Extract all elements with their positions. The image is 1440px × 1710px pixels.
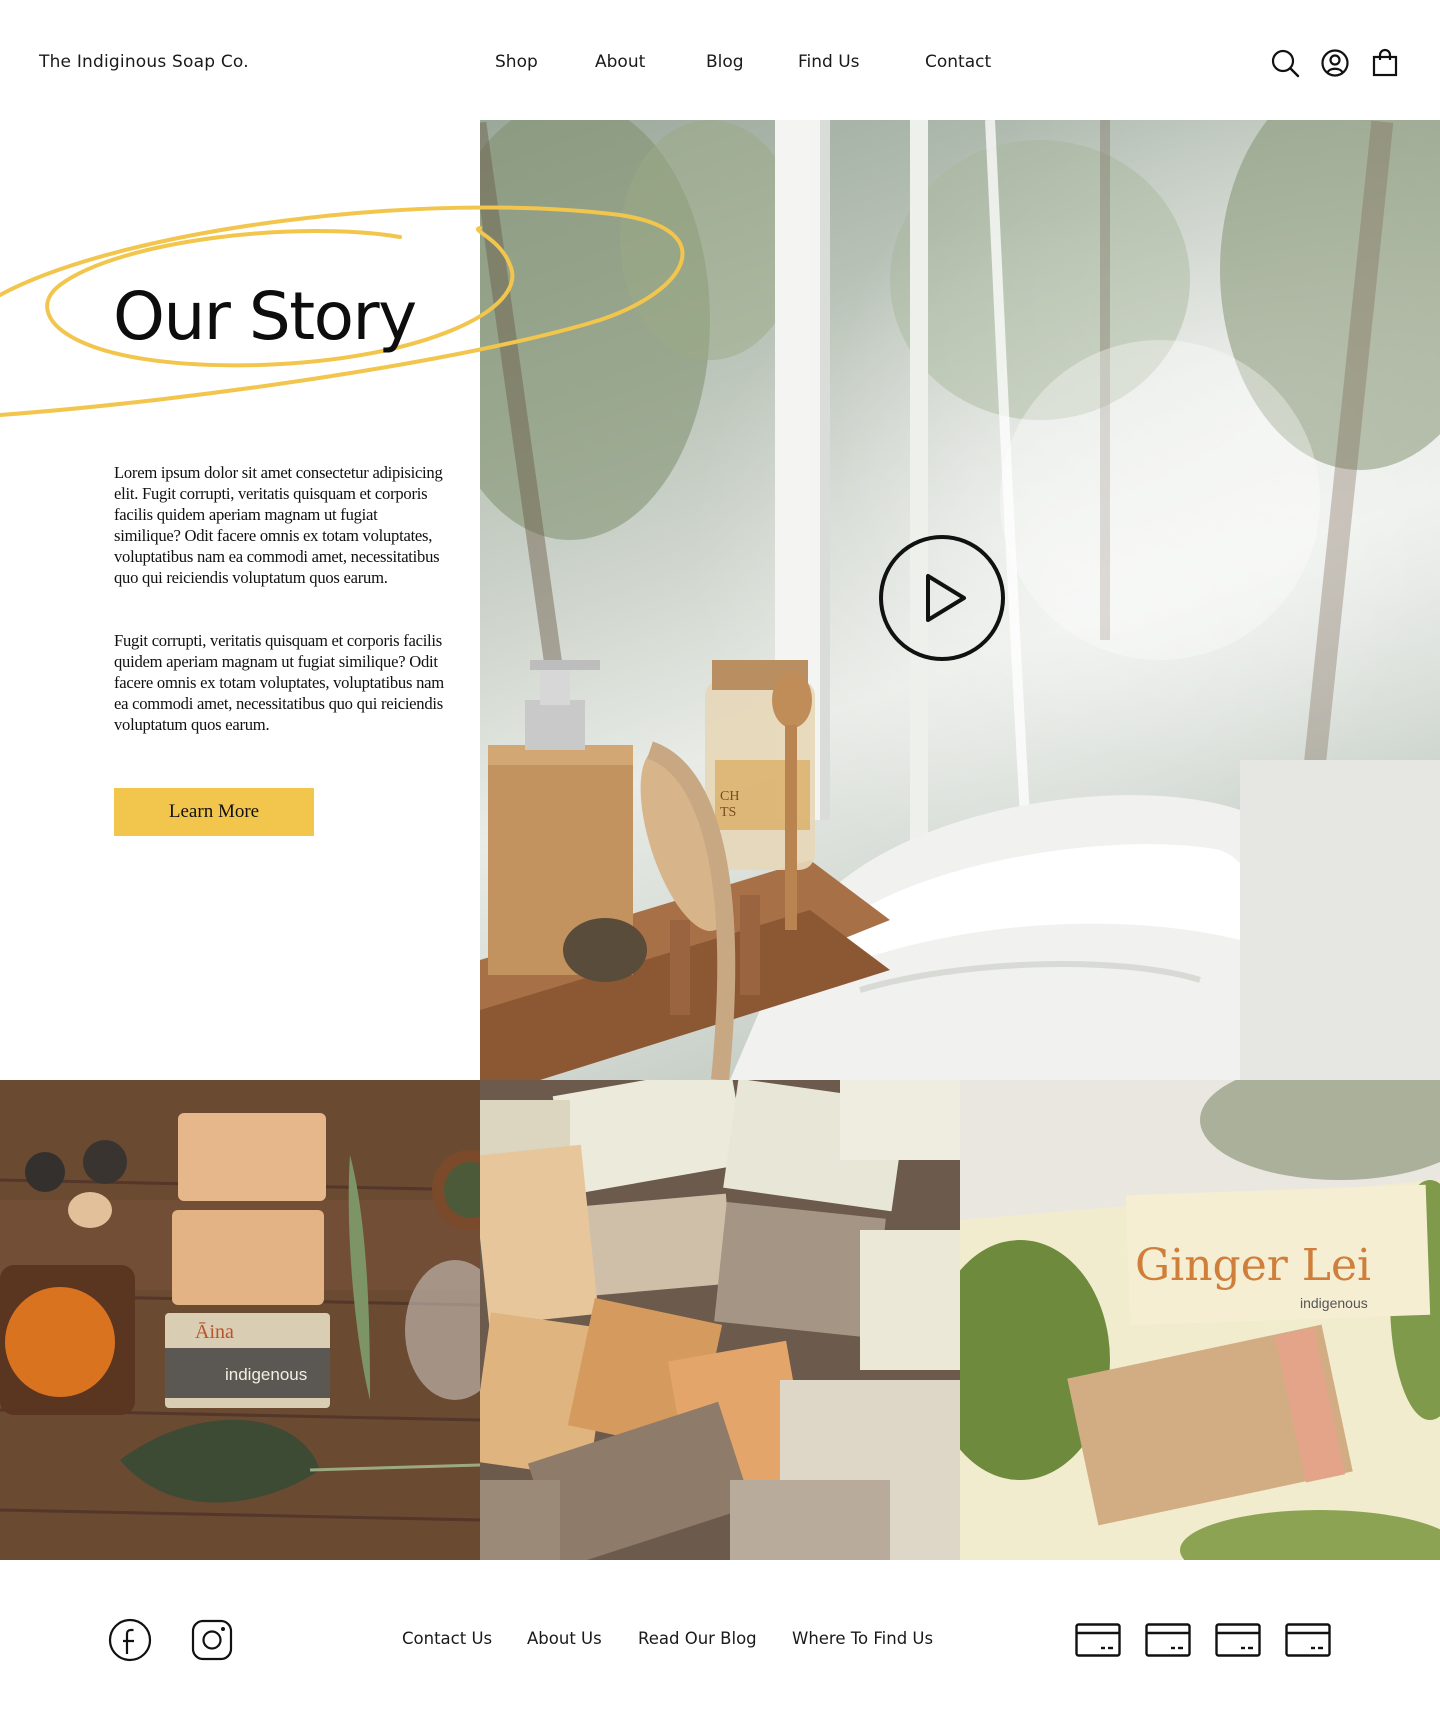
cart-icon[interactable] bbox=[1370, 48, 1400, 78]
jar-label: CH bbox=[720, 789, 739, 804]
aina-label: Āina bbox=[195, 1321, 234, 1343]
svg-text:TS: TS bbox=[720, 805, 736, 820]
search-icon[interactable] bbox=[1270, 48, 1300, 78]
nav-find-us[interactable]: Find Us bbox=[798, 52, 860, 72]
card-icon bbox=[1075, 1623, 1121, 1657]
play-icon bbox=[879, 535, 1005, 661]
nav-shop[interactable]: Shop bbox=[495, 52, 538, 72]
story-paragraph-1: Lorem ipsum dolor sit amet consectetur a… bbox=[114, 463, 443, 587]
footer-link-where-to-find-us[interactable]: Where To Find Us bbox=[792, 1629, 933, 1648]
indigenous-label: indigenous bbox=[225, 1365, 307, 1384]
instagram-icon[interactable] bbox=[190, 1618, 234, 1662]
facebook-icon[interactable] bbox=[108, 1618, 152, 1662]
gallery-image-soap-pile bbox=[480, 1080, 960, 1560]
brand-name[interactable]: The Indiginous Soap Co. bbox=[39, 52, 249, 72]
card-icon bbox=[1215, 1623, 1261, 1657]
footer-link-contact-us[interactable]: Contact Us bbox=[402, 1629, 492, 1648]
story-paragraph-2: Fugit corrupti, veritatis quisquam et co… bbox=[114, 631, 444, 734]
site-footer: Contact Us About Us Read Our Blog Where … bbox=[0, 1560, 1440, 1710]
nav-blog[interactable]: Blog bbox=[706, 52, 744, 72]
account-icon[interactable] bbox=[1320, 48, 1350, 78]
gallery-image-soap-bars: Āina indigenous bbox=[0, 1080, 480, 1560]
hero-video[interactable]: CH TS bbox=[480, 120, 1440, 1080]
page-title: Our Story bbox=[113, 278, 417, 355]
footer-link-about-us[interactable]: About Us bbox=[527, 1629, 602, 1648]
ginger-lei-label: Ginger Lei bbox=[1135, 1240, 1371, 1291]
card-icon bbox=[1285, 1623, 1331, 1657]
indigenous-brand-label: indigenous bbox=[1300, 1295, 1368, 1311]
gallery-image-ginger-lei: Ginger Lei indigenous bbox=[960, 1080, 1440, 1560]
footer-link-read-our-blog[interactable]: Read Our Blog bbox=[638, 1629, 757, 1648]
nav-contact[interactable]: Contact bbox=[925, 52, 991, 72]
card-icon bbox=[1145, 1623, 1191, 1657]
learn-more-button[interactable]: Learn More bbox=[114, 788, 314, 836]
nav-about[interactable]: About bbox=[595, 52, 645, 72]
site-header: The Indiginous Soap Co. Shop About Blog … bbox=[0, 0, 1440, 120]
play-button[interactable] bbox=[878, 534, 1006, 662]
